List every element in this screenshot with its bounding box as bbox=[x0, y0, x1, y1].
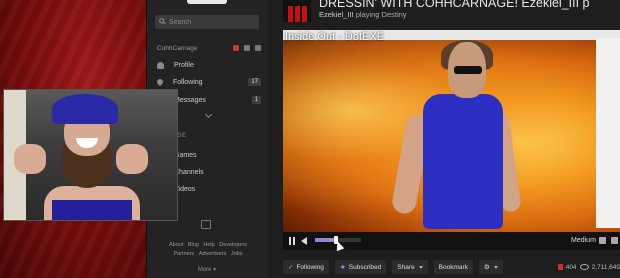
action-bar: ✓ Following ★ Subscribed Share Bookmark … bbox=[283, 259, 620, 275]
person-icon bbox=[157, 61, 164, 69]
sidebar-item-following[interactable]: Following 17 bbox=[155, 76, 261, 88]
volume-fill bbox=[315, 238, 336, 242]
heart-icon bbox=[155, 77, 165, 87]
check-icon: ✓ bbox=[288, 264, 294, 271]
sidebar-item-label: Channels bbox=[174, 168, 204, 176]
sidebar-item-label: Profile bbox=[174, 61, 194, 69]
footer-link-about[interactable]: About bbox=[169, 242, 183, 248]
share-label: Share bbox=[397, 263, 415, 271]
pause-icon[interactable] bbox=[289, 237, 296, 245]
sidebar-item-label: Messages bbox=[174, 96, 206, 104]
user-row: CohhCarnage bbox=[157, 43, 261, 53]
wrench-icon[interactable] bbox=[244, 45, 250, 51]
footer-link-help[interactable]: Help bbox=[203, 242, 214, 248]
video-player[interactable]: Inside Out - DotEXE Medium bbox=[283, 30, 620, 252]
stream-title: DRESSIN' WITH COHHCARNAGE! Ezekiel_III p bbox=[319, 0, 590, 10]
settings-icon[interactable] bbox=[599, 237, 606, 244]
share-button[interactable]: Share bbox=[392, 260, 428, 274]
view-count: 2,711,649 bbox=[591, 263, 620, 271]
video-frame[interactable]: Inside Out - DotEXE bbox=[283, 30, 620, 232]
footer-link-partners[interactable]: Partners bbox=[174, 251, 195, 257]
twitch-logo[interactable] bbox=[187, 0, 227, 4]
stream-subtitle: Ezekiel_III playing Destiny bbox=[319, 10, 407, 19]
caret-down-icon bbox=[493, 265, 498, 269]
fullscreen-icon[interactable] bbox=[611, 237, 618, 244]
bookmark-label: Bookmark bbox=[438, 263, 468, 271]
subscribe-button[interactable]: ★ Subscribed bbox=[334, 260, 387, 274]
channel-avatar[interactable] bbox=[283, 0, 311, 22]
eye-icon bbox=[579, 264, 589, 270]
video-overlay-title: Inside Out - DotEXE bbox=[285, 31, 385, 43]
chevron-down-icon[interactable] bbox=[204, 110, 213, 119]
quality-selector[interactable]: Medium bbox=[571, 237, 596, 244]
viewer-count: 404 bbox=[565, 263, 577, 271]
notification-icon[interactable] bbox=[233, 45, 239, 51]
twitch-glitch-icon[interactable] bbox=[201, 220, 211, 229]
footer-link-jobs[interactable]: Jobs bbox=[231, 251, 243, 257]
sidebar-item-profile[interactable]: Profile bbox=[157, 59, 261, 71]
footer-link-advertisers[interactable]: Advertisers bbox=[199, 251, 227, 257]
footer-links: About Blog Help Developers Partners Adve… bbox=[153, 241, 263, 259]
streamer-link[interactable]: Ezekiel_III bbox=[319, 10, 354, 19]
main-content: DRESSIN' WITH COHHCARNAGE! Ezekiel_III p… bbox=[267, 0, 620, 278]
search-box[interactable] bbox=[155, 15, 259, 29]
logout-icon[interactable] bbox=[255, 45, 261, 51]
bookmark-button[interactable]: Bookmark bbox=[433, 260, 473, 274]
playing-text: playing Destiny bbox=[355, 10, 407, 19]
sidebar-item-label: Following bbox=[173, 78, 203, 86]
caret-down-icon bbox=[418, 265, 423, 269]
player-controls: Medium bbox=[283, 232, 620, 250]
follow-button[interactable]: ✓ Following bbox=[283, 260, 329, 274]
follow-label: Following bbox=[296, 263, 324, 271]
subscribe-label: Subscribed bbox=[348, 263, 382, 271]
more-menu[interactable]: More ▾ bbox=[147, 266, 267, 273]
footer-link-blog[interactable]: Blog bbox=[188, 242, 199, 248]
messages-count: 1 bbox=[251, 96, 261, 104]
following-count: 17 bbox=[248, 78, 261, 86]
footer-link-developers[interactable]: Developers bbox=[219, 242, 247, 248]
username[interactable]: CohhCarnage bbox=[157, 45, 197, 52]
stream-stats: 404 2,711,649 bbox=[557, 263, 620, 271]
viewers-icon bbox=[557, 264, 563, 270]
search-icon bbox=[159, 17, 166, 27]
webcam-overlay bbox=[3, 89, 178, 221]
star-icon: ★ bbox=[339, 264, 346, 271]
gear-icon: ⚙ bbox=[483, 264, 490, 271]
settings-gear-button[interactable]: ⚙ bbox=[478, 260, 503, 274]
volume-icon[interactable] bbox=[301, 237, 307, 245]
search-input[interactable] bbox=[166, 18, 249, 26]
